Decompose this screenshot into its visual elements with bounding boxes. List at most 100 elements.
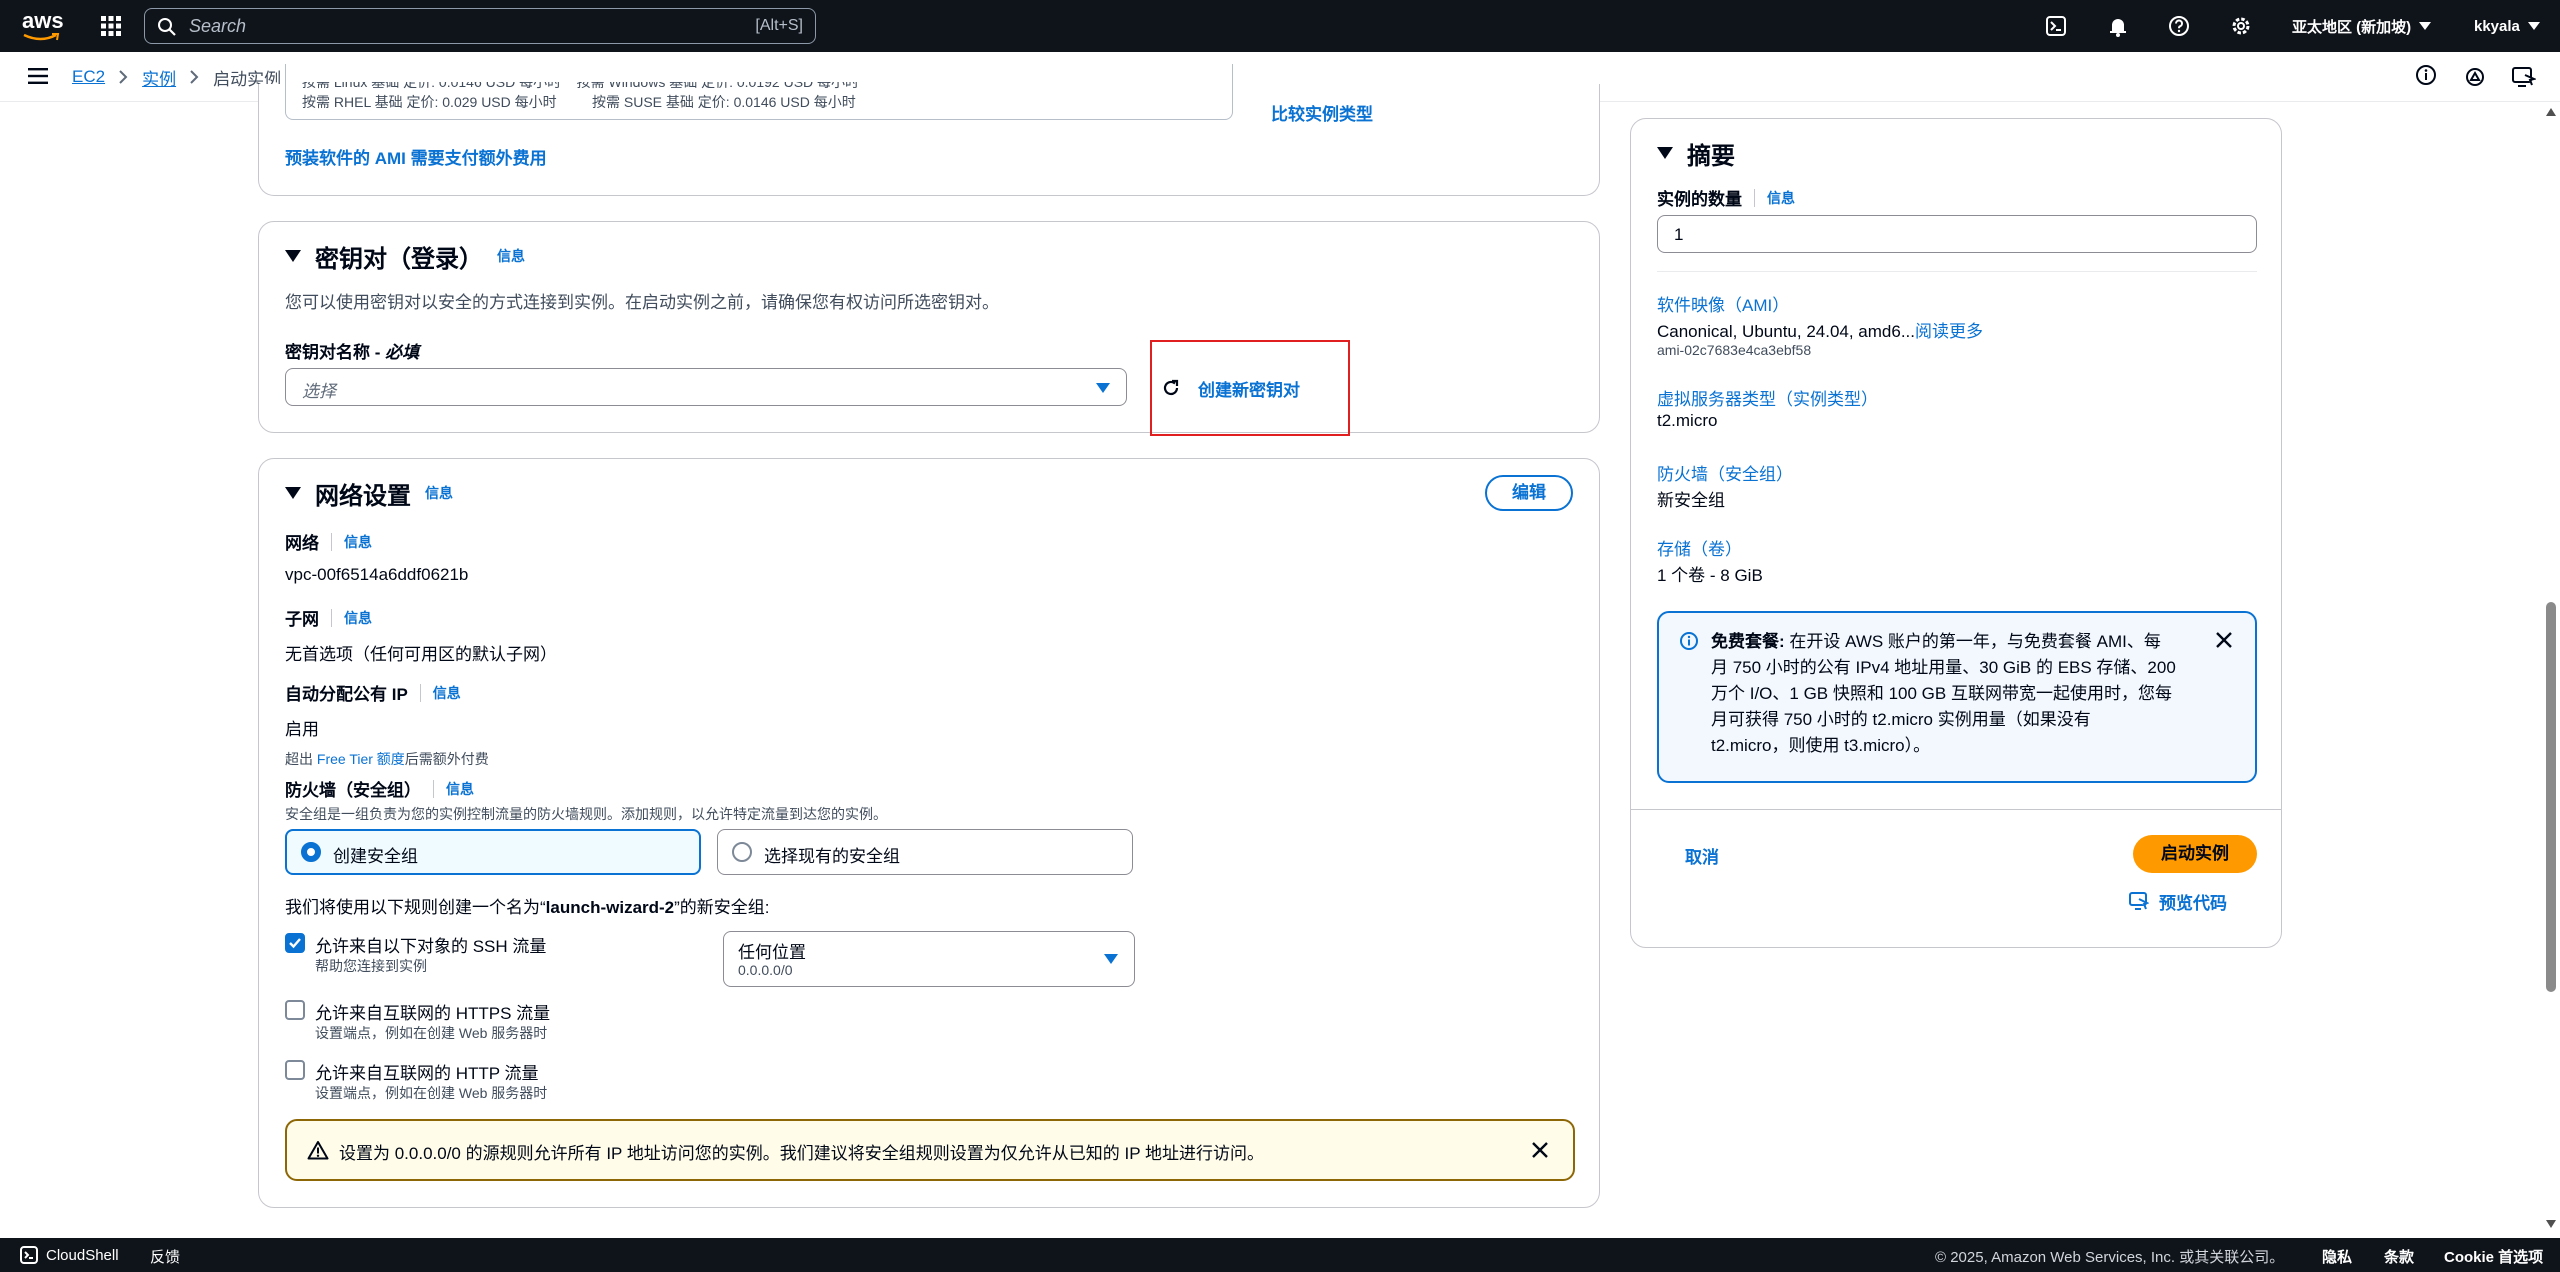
storage-summary-value: 1 个卷 - 8 GiB [1657, 566, 1763, 585]
network-info-link[interactable]: 信息 [425, 483, 453, 503]
summary-divider [1657, 271, 2257, 272]
settings-gear-icon[interactable] [2230, 15, 2252, 37]
pricing-line-1: 按需 Linux 基础 定价: 0.0146 USD 每小时 按需 Window… [302, 74, 860, 90]
firewall-summary-link[interactable]: 防火墙（安全组） [1657, 460, 1793, 485]
code-preview-icon [2129, 892, 2149, 910]
network-field: 网络 信息 [285, 532, 372, 553]
tutorial-panel-icon[interactable] [2464, 66, 2486, 88]
info-panel-icon[interactable] [2415, 64, 2437, 86]
refresh-icon[interactable] [1160, 377, 1182, 399]
keypair-select[interactable]: 选择 [285, 368, 1127, 406]
expand-triangle-icon [1657, 147, 1673, 159]
cloudshell-icon[interactable] [2045, 15, 2067, 37]
firewall-info[interactable]: 信息 [446, 779, 474, 799]
search-shortcut: [Alt+S] [755, 17, 803, 34]
caret-down-icon [1104, 954, 1118, 964]
terms-link[interactable]: 条款 [2384, 1246, 2414, 1267]
auto-ip-value: 启用 [285, 720, 319, 739]
free-tier-note: 超出 Free Tier 额度后需额外付费 [285, 751, 489, 767]
account-menu[interactable]: kkyala [2474, 14, 2540, 38]
ami-summary-link[interactable]: 软件映像（AMI） [1657, 291, 1789, 316]
read-more-link[interactable]: 阅读更多 [1915, 322, 1983, 341]
subnet-info[interactable]: 信息 [344, 608, 372, 628]
ami-fee-link[interactable]: 预装软件的 AMI 需要支付额外费用 [285, 144, 547, 169]
launch-instance-button[interactable]: 启动实例 [2133, 835, 2257, 873]
chevron-right-icon [119, 70, 128, 84]
notifications-bell-icon[interactable] [2107, 15, 2129, 37]
summary-header[interactable]: 摘要 [1657, 137, 1735, 170]
auto-ip-field: 自动分配公有 IP 信息 [285, 683, 461, 704]
auto-ip-info[interactable]: 信息 [433, 683, 461, 703]
keypair-field-label: 密钥对名称 - 必填 [285, 343, 420, 362]
breadcrumb-ec2[interactable]: EC2 [72, 67, 105, 87]
summary-footer-divider [1631, 809, 2281, 810]
http-checkbox[interactable] [285, 1060, 305, 1080]
count-info-link[interactable]: 信息 [1767, 188, 1795, 208]
services-grid-icon[interactable] [100, 15, 122, 37]
aws-logo[interactable]: aws [20, 8, 64, 44]
ssh-checkbox[interactable] [285, 933, 305, 953]
cloudshell-button[interactable]: CloudShell [20, 1245, 119, 1265]
free-tier-text: 免费套餐: 在开设 AWS 账户的第一年，与免费套餐 AMI、每 月 750 小… [1711, 632, 2176, 755]
radio-unselected [732, 842, 752, 862]
create-keypair-link[interactable]: 创建新密钥对 [1198, 376, 1300, 401]
keypair-select-placeholder: 选择 [302, 382, 336, 401]
breadcrumb: EC2 实例 启动实例 [72, 65, 281, 89]
scroll-up-arrow-icon[interactable] [2546, 108, 2556, 116]
pricing-line-2a: 按需 RHEL 基础 定价: 0.029 USD 每小时 [302, 94, 557, 110]
page-scrollbar[interactable] [2542, 102, 2560, 1238]
instance-type-value: t2.micro [1657, 411, 1718, 430]
network-info[interactable]: 信息 [344, 532, 372, 552]
https-checkbox[interactable] [285, 1000, 305, 1020]
keypair-description: 您可以使用密钥对以安全的方式连接到实例。在启动实例之前，请确保您有权访问所选密钥… [285, 293, 999, 312]
https-description: 设置端点，例如在创建 Web 服务器时 [315, 1025, 548, 1041]
scrollbar-thumb[interactable] [2546, 602, 2556, 992]
cookie-preferences-link[interactable]: Cookie 首选项 [2444, 1246, 2543, 1267]
instance-count-field: 实例的数量 信息 [1657, 188, 1795, 209]
instance-count-input[interactable]: 1 [1657, 215, 2257, 253]
expand-triangle-icon [285, 250, 301, 262]
https-label: 允许来自互联网的 HTTPS 流量 [315, 1004, 551, 1023]
close-icon[interactable] [1531, 1141, 1549, 1159]
free-tier-link[interactable]: Free Tier 额度 [317, 751, 405, 767]
privacy-link[interactable]: 隐私 [2322, 1246, 2352, 1267]
network-section: 网络设置 信息 编辑 网络 信息 vpc-00f6514a6ddf0621b 子网… [258, 458, 1600, 1208]
storage-summary-link[interactable]: 存储（卷） [1657, 535, 1742, 560]
cancel-button[interactable]: 取消 [1685, 843, 1719, 868]
network-header[interactable]: 网络设置 信息 [285, 477, 453, 510]
scroll-down-arrow-icon[interactable] [2546, 1220, 2556, 1228]
summary-title: 摘要 [1687, 142, 1735, 170]
keypair-title: 密钥对（登录） [315, 245, 483, 273]
network-title: 网络设置 [315, 482, 411, 510]
edit-button[interactable]: 编辑 [1485, 475, 1573, 511]
free-tier-alert: 免费套餐: 在开设 AWS 账户的第一年，与免费套餐 AMI、每 月 750 小… [1657, 611, 2257, 783]
keypair-info-link[interactable]: 信息 [497, 246, 525, 266]
caret-down-icon [2419, 22, 2432, 30]
ssh-source-select[interactable]: 任何位置 0.0.0.0/0 [723, 931, 1135, 987]
close-icon[interactable] [2215, 631, 2233, 649]
search-box[interactable]: [Alt+S] [144, 8, 816, 44]
ssh-description: 帮助您连接到实例 [315, 958, 427, 974]
feedback-link[interactable]: 反馈 [150, 1246, 180, 1267]
http-description: 设置端点，例如在创建 Web 服务器时 [315, 1085, 548, 1101]
help-icon[interactable] [2168, 15, 2190, 37]
menu-hamburger-icon[interactable] [28, 67, 48, 85]
region-selector[interactable]: 亚太地区 (新加坡) [2292, 14, 2432, 38]
console-panel-icon[interactable] [2512, 66, 2536, 88]
expand-triangle-icon [285, 487, 301, 499]
search-input[interactable] [189, 16, 639, 36]
compare-instance-types-link[interactable]: 比较实例类型 [1271, 100, 1373, 125]
subnet-value: 无首选项（任何可用区的默认子网） [285, 645, 557, 664]
preview-code-button[interactable]: 预览代码 [2129, 889, 2227, 913]
open-source-warning: 设置为 0.0.0.0/0 的源规则允许所有 IP 地址访问您的实例。我们建议将… [285, 1119, 1575, 1181]
keypair-section: 密钥对（登录） 信息 您可以使用密钥对以安全的方式连接到实例。在启动实例之前，请… [258, 221, 1600, 436]
instance-type-link[interactable]: 虚拟服务器类型（实例类型） [1657, 385, 1878, 410]
breadcrumb-instances[interactable]: 实例 [142, 65, 176, 90]
summary-panel: 摘要 实例的数量 信息 1 软件映像（AMI） Canonical, Ubuntu… [1630, 118, 2282, 948]
keypair-header[interactable]: 密钥对（登录） 信息 [285, 240, 525, 273]
create-keypair-highlight: 创建新密钥对 [1150, 340, 1350, 436]
radio-create-sg[interactable]: 创建安全组 [285, 829, 701, 875]
pricing-line-2b: 按需 SUSE 基础 定价: 0.0146 USD 每小时 [592, 94, 856, 110]
ssh-label: 允许来自以下对象的 SSH 流量 [315, 937, 547, 956]
radio-select-existing-sg[interactable]: 选择现有的安全组 [717, 829, 1133, 875]
